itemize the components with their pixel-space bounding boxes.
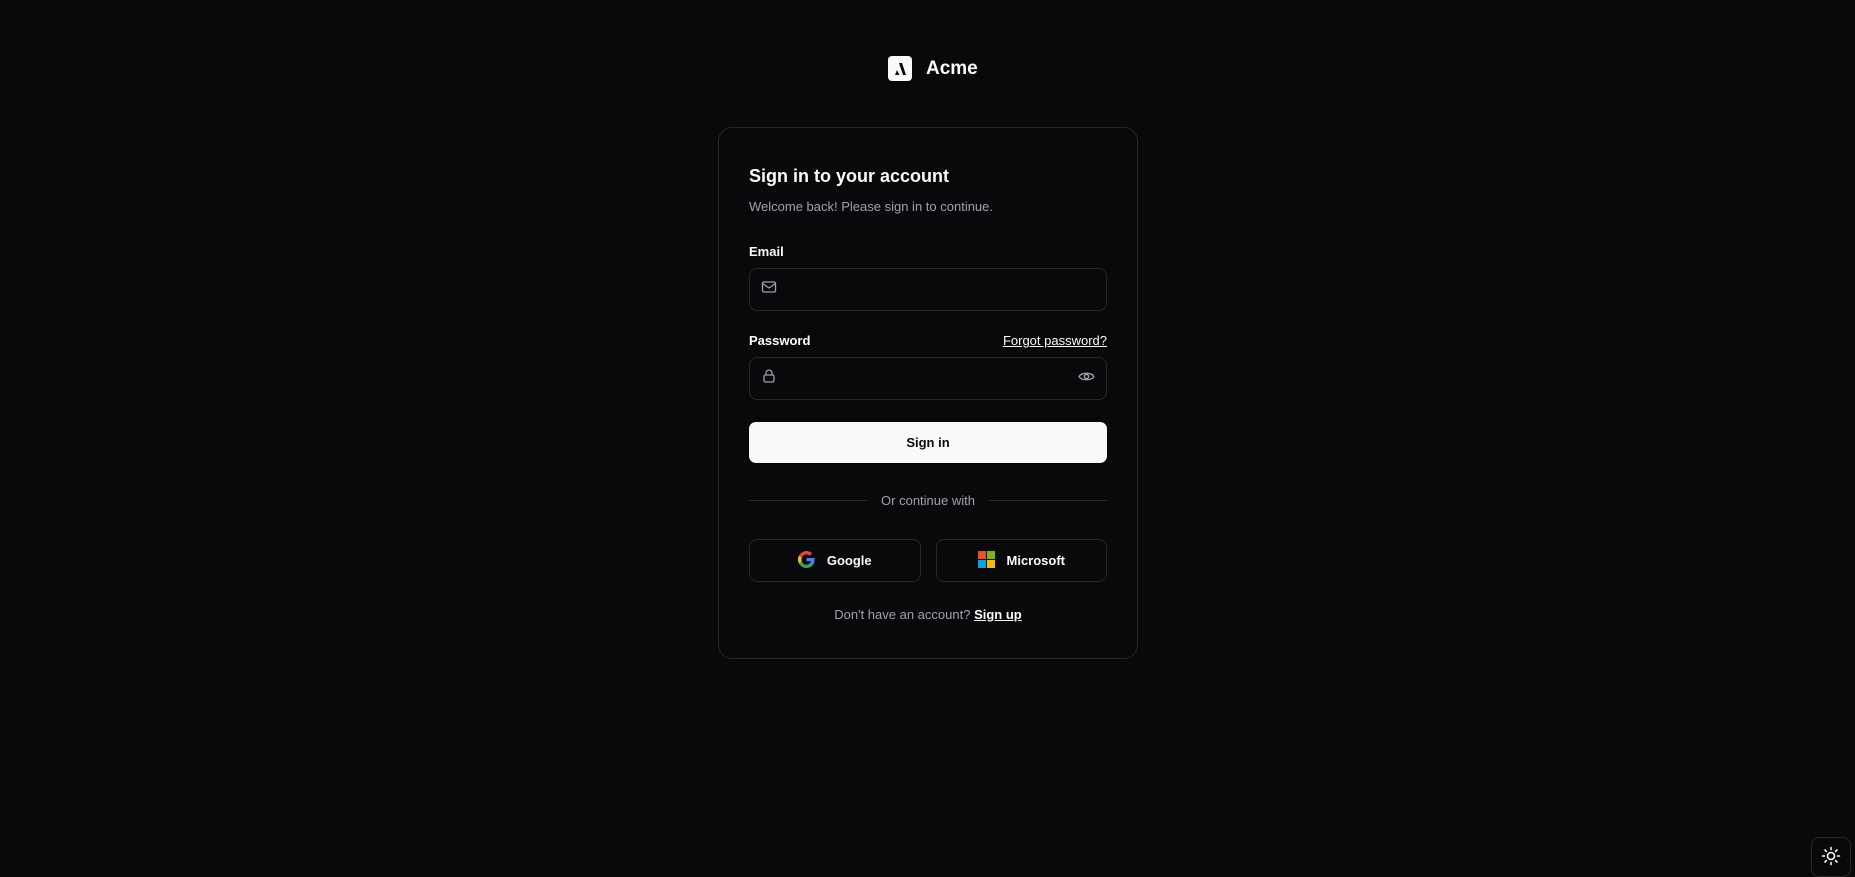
subtitle: Welcome back! Please sign in to continue…	[749, 199, 994, 214]
page-title: Sign in to your account	[749, 166, 950, 186]
sign-up-link[interactable]: Sign up	[974, 607, 1022, 622]
password-input[interactable]	[787, 370, 1068, 387]
forgot-password-link[interactable]: Forgot password?	[1003, 333, 1107, 348]
microsoft-button[interactable]: Microsoft	[935, 539, 1107, 582]
email-label: Email	[749, 244, 784, 259]
password-label-row: Password Forgot password?	[749, 333, 1107, 348]
lock-icon	[761, 368, 777, 389]
google-icon	[797, 550, 815, 571]
divider: Or continue with	[749, 493, 1107, 508]
email-input[interactable]	[787, 281, 1095, 298]
google-button[interactable]: Google	[749, 539, 921, 582]
sign-in-button[interactable]: Sign in	[749, 422, 1107, 463]
brand: Acme	[888, 56, 978, 81]
sign-in-card: Sign in to your account Welcome back! Pl…	[718, 127, 1138, 659]
eye-icon[interactable]	[1078, 368, 1095, 390]
divider-label: Or continue with	[881, 493, 975, 508]
password-label: Password	[749, 333, 811, 348]
mail-icon	[761, 279, 777, 300]
theme-toggle-button[interactable]	[1811, 837, 1851, 877]
divider-line	[749, 500, 868, 501]
email-label-row: Email	[749, 244, 1107, 259]
signup-row: Don't have an account? Sign up	[749, 607, 1107, 622]
email-field[interactable]	[749, 268, 1107, 311]
microsoft-label: Microsoft	[1006, 553, 1066, 568]
brand-name: Acme	[926, 57, 978, 79]
password-field[interactable]	[749, 357, 1107, 400]
acme-logo-icon	[888, 56, 912, 81]
sun-icon	[1821, 846, 1841, 869]
microsoft-icon	[977, 550, 995, 571]
divider-line	[988, 500, 1107, 501]
google-label: Google	[826, 553, 872, 568]
social-buttons: Google Microsoft	[749, 539, 1107, 582]
signup-prompt: Don't have an account?	[834, 607, 971, 622]
